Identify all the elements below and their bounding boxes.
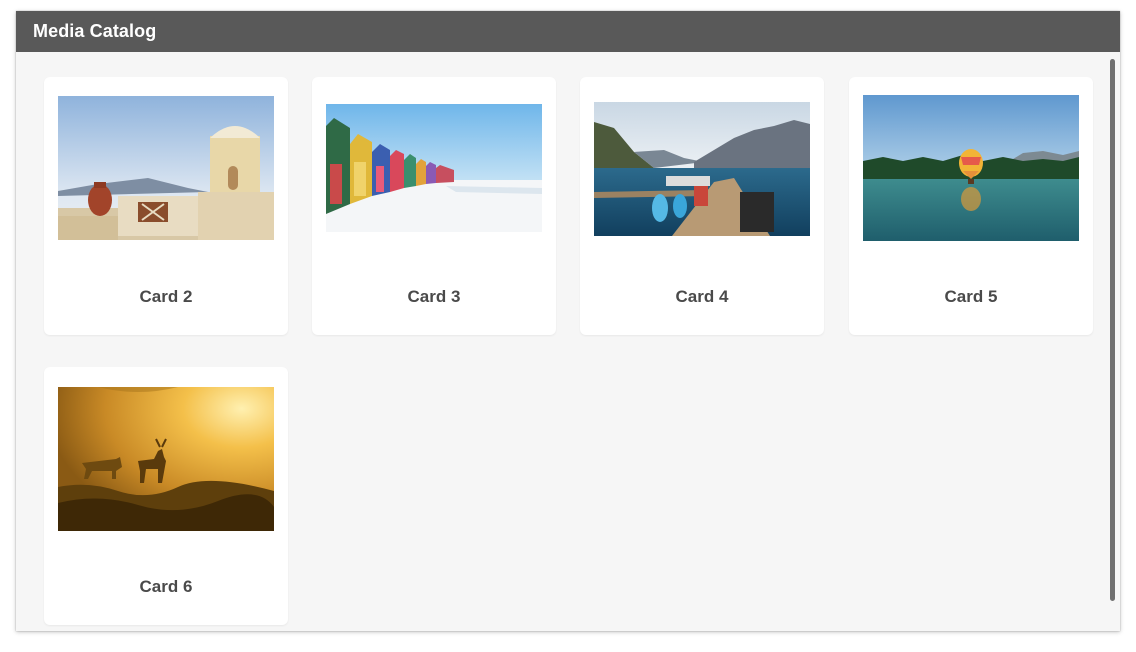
- vertical-scrollbar[interactable]: [1110, 59, 1115, 601]
- media-card[interactable]: Card 6: [44, 367, 288, 625]
- media-card[interactable]: Card 5: [849, 77, 1093, 335]
- window-titlebar: Media Catalog: [16, 11, 1120, 52]
- deer-misty-sunrise-image: [58, 387, 274, 531]
- card-label: Card 6: [139, 577, 193, 596]
- hot-air-balloon-lake-image: [863, 95, 1079, 241]
- window-title: Media Catalog: [33, 21, 157, 41]
- santorini-windmill-image: [58, 96, 274, 240]
- card-label: Card 4: [675, 287, 729, 306]
- media-catalog-window: Media Catalog Card 2 Card 3 Card 4 Card …: [16, 11, 1120, 631]
- media-card[interactable]: Card 2: [44, 77, 288, 335]
- card-label: Card 2: [139, 287, 193, 306]
- lake-dock-kayaks-image: [594, 102, 810, 236]
- card-label: Card 3: [407, 287, 461, 306]
- media-card[interactable]: Card 4: [580, 77, 824, 335]
- media-card[interactable]: Card 3: [312, 77, 556, 335]
- beach-huts-image: [326, 104, 542, 232]
- card-label: Card 5: [944, 287, 998, 306]
